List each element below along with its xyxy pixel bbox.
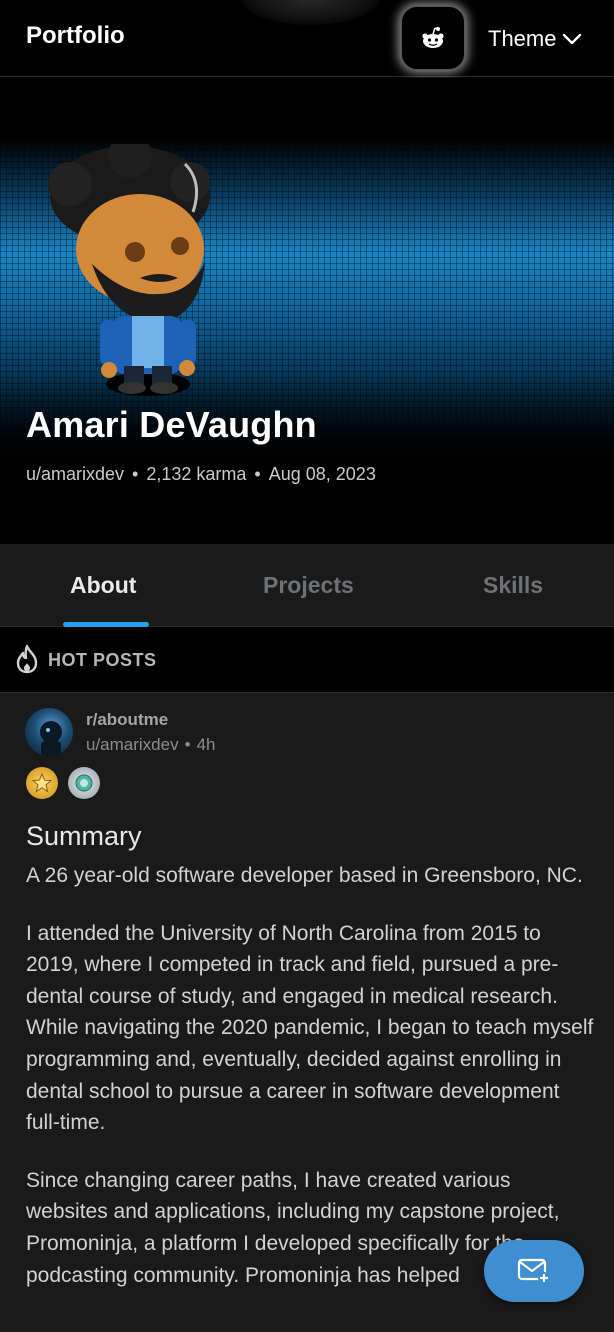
post-paragraph: I attended the University of North Carol…	[26, 921, 594, 1135]
post-meta-separator: •	[184, 735, 191, 754]
post-age: 4h	[196, 735, 216, 754]
active-tab-indicator	[63, 622, 149, 627]
contact-fab-button[interactable]	[484, 1240, 584, 1302]
post-title: Summary	[26, 821, 142, 851]
profile-karma: 2,132 karma	[146, 464, 247, 484]
theme-label: Theme	[488, 26, 557, 51]
post-meta: u/amarixdev • 4h	[86, 735, 215, 755]
tab-skills[interactable]: Skills	[483, 572, 543, 599]
post-subreddit[interactable]: r/aboutme	[86, 710, 168, 730]
reddit-button[interactable]	[401, 6, 465, 70]
reddit-snoo-icon	[422, 27, 444, 48]
flame-icon	[16, 644, 38, 674]
tab-projects[interactable]: Projects	[263, 572, 354, 599]
header-glow	[240, 0, 380, 25]
post-awards	[26, 767, 100, 799]
profile-meta: u/amarixdev • 2,132 karma • Aug 08, 2023	[26, 464, 376, 485]
meta-separator: •	[254, 464, 261, 484]
avatar-image	[40, 721, 62, 756]
helpful-icon	[75, 774, 93, 792]
gold-award-icon[interactable]	[26, 767, 58, 799]
subreddit-avatar[interactable]	[25, 708, 73, 756]
mail-plus-icon	[517, 1258, 550, 1284]
top-navigation-bar: Portfolio Theme	[0, 0, 614, 77]
chevron-down-icon	[563, 33, 582, 45]
star-icon	[31, 772, 53, 793]
theme-dropdown[interactable]: Theme	[488, 24, 582, 54]
profile-joined-date: Aug 08, 2023	[268, 464, 376, 484]
tab-about[interactable]: About	[70, 572, 136, 599]
post-author[interactable]: u/amarixdev	[86, 735, 179, 755]
post-paragraph: A 26 year-old software developer based i…	[26, 864, 583, 887]
profile-tabs: About Projects Skills	[0, 544, 614, 627]
post-card[interactable]: r/aboutme u/amarixdev • 4h Summary A 26 …	[0, 692, 614, 1332]
brand-title[interactable]: Portfolio	[26, 22, 125, 50]
meta-separator: •	[132, 464, 139, 484]
snoo-avatar-image	[48, 144, 210, 396]
profile-username[interactable]: u/amarixdev	[26, 464, 124, 485]
profile-banner: Amari DeVaughn u/amarixdev • 2,132 karma…	[0, 78, 614, 544]
profile-name: Amari DeVaughn	[26, 404, 317, 445]
silver-award-icon[interactable]	[68, 767, 100, 799]
hot-posts-label: HOT POSTS	[48, 650, 157, 670]
hot-posts-header: HOT POSTS	[0, 628, 614, 692]
